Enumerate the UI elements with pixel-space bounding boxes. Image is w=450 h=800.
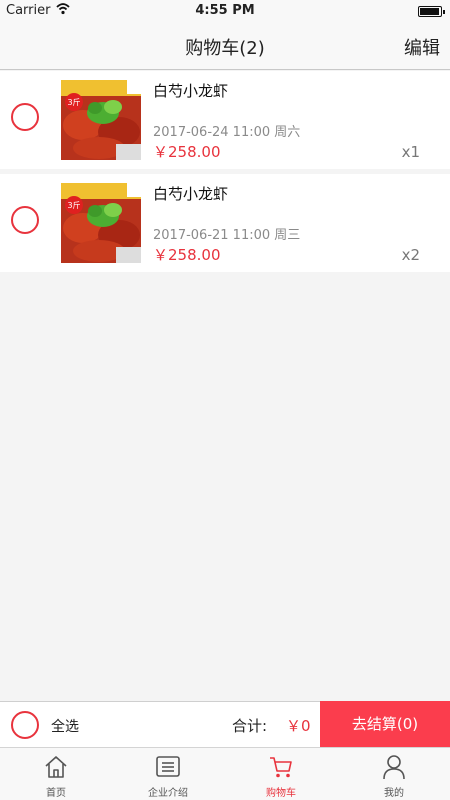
nav-bar: 购物车(2) 编辑 bbox=[0, 22, 450, 70]
product-name: 白芍小龙虾 bbox=[153, 185, 229, 203]
select-all-radio[interactable] bbox=[11, 711, 39, 739]
tab-label: 我的 bbox=[384, 788, 404, 799]
cart-item: 3斤 白芍小龙虾 2017-06-21 11:00 周三 ￥258.00 x2 bbox=[0, 174, 450, 272]
product-price: ￥258.00 bbox=[153, 143, 221, 161]
total-label: 合计: bbox=[232, 717, 268, 735]
product-thumbnail[interactable]: 3斤 bbox=[61, 80, 141, 160]
home-icon bbox=[45, 756, 67, 778]
document-list-icon bbox=[156, 756, 180, 777]
quantity-label: x1 bbox=[401, 143, 420, 161]
tab-label: 企业介绍 bbox=[148, 788, 188, 799]
select-item-radio[interactable] bbox=[11, 103, 39, 131]
quantity-label: x2 bbox=[401, 246, 420, 264]
checkout-button[interactable]: 去结算(0) bbox=[320, 701, 450, 748]
weight-badge: 3斤 bbox=[67, 201, 81, 210]
status-bar: Carrier 4:55 PM bbox=[0, 0, 450, 22]
edit-button[interactable]: 编辑 bbox=[404, 34, 440, 60]
tab-label: 首页 bbox=[46, 788, 66, 799]
tab-company[interactable]: 企业介绍 bbox=[112, 748, 224, 800]
tab-home[interactable]: 首页 bbox=[0, 748, 112, 800]
select-item-radio[interactable] bbox=[11, 206, 39, 234]
user-icon bbox=[383, 755, 405, 780]
tab-profile[interactable]: 我的 bbox=[338, 748, 450, 800]
product-price: ￥258.00 bbox=[153, 246, 221, 264]
total-amount: ￥0 bbox=[286, 717, 311, 735]
tab-label: 购物车 bbox=[266, 788, 296, 799]
cart-item: 3斤 白芍小龙虾 2017-06-24 11:00 周六 ￥258.00 x1 bbox=[0, 71, 450, 169]
reservation-datetime: 2017-06-24 11:00 周六 bbox=[153, 125, 301, 140]
cart-icon bbox=[270, 757, 292, 778]
battery-icon bbox=[418, 6, 445, 17]
weight-badge: 3斤 bbox=[67, 98, 81, 107]
crayfish-image-icon bbox=[61, 80, 141, 160]
tab-bar: 首页 企业介绍 购物车 我的 bbox=[0, 747, 450, 800]
reservation-datetime: 2017-06-21 11:00 周三 bbox=[153, 228, 301, 243]
checkout-bar: 全选 合计: ￥0 去结算(0) bbox=[0, 701, 450, 748]
crayfish-image-icon bbox=[61, 183, 141, 263]
page-title: 购物车(2) bbox=[185, 38, 265, 59]
product-thumbnail[interactable]: 3斤 bbox=[61, 183, 141, 263]
tab-cart[interactable]: 购物车 bbox=[225, 748, 337, 800]
product-name: 白芍小龙虾 bbox=[153, 82, 229, 100]
select-all-label[interactable]: 全选 bbox=[51, 716, 79, 736]
clock: 4:55 PM bbox=[195, 3, 255, 18]
